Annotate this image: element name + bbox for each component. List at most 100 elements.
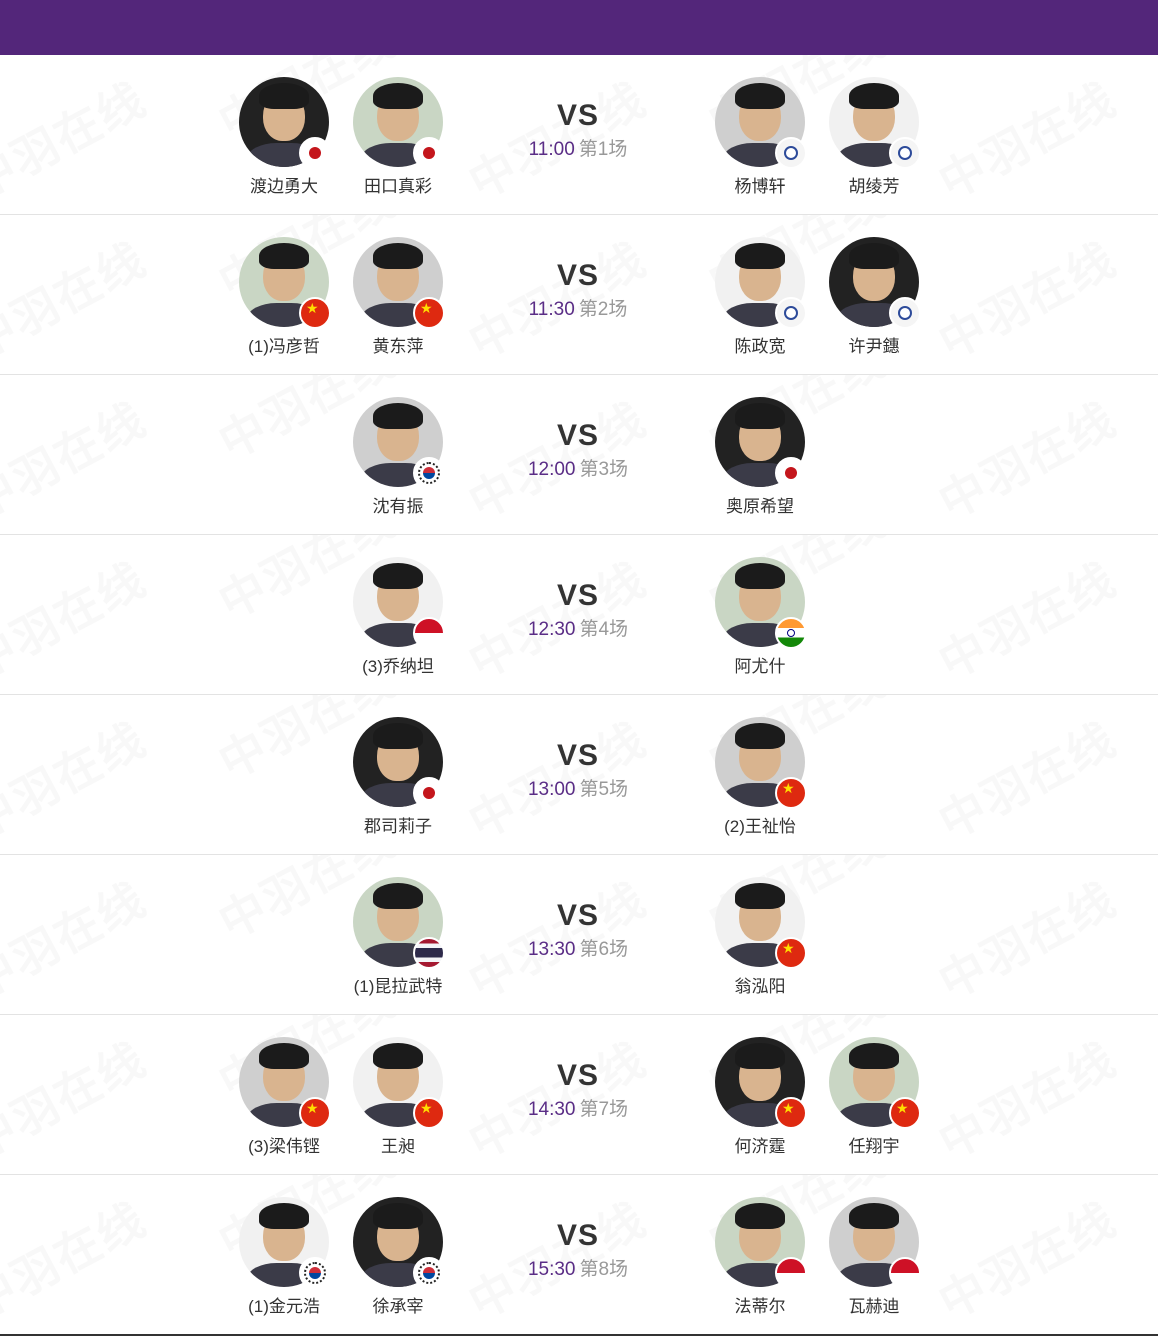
player-name[interactable]: 何济霆 bbox=[695, 1132, 825, 1157]
match-row[interactable]: 中羽在线中羽在线中羽在线中羽在线中羽在线(1)金元浩徐承宰法蒂尔瓦赫迪VS15:… bbox=[0, 1175, 1158, 1335]
player-name[interactable]: (3)乔纳坦 bbox=[333, 652, 463, 677]
match-row[interactable]: 中羽在线中羽在线中羽在线中羽在线中羽在线郡司莉子★(2)王祉怡VS13:00第5… bbox=[0, 695, 1158, 855]
watermark-logo: 中羽在线 bbox=[929, 551, 1125, 690]
player-card[interactable]: ★ (2)王祉怡 bbox=[705, 717, 815, 837]
player-name[interactable]: 阿尤什 bbox=[695, 652, 825, 677]
player-card[interactable]: ★ 黄东萍 bbox=[343, 237, 453, 357]
player-name[interactable]: 王昶 bbox=[333, 1132, 463, 1157]
vs-label: VS bbox=[556, 579, 600, 612]
match-info[interactable]: VS 15:30 第8场 bbox=[508, 1217, 648, 1283]
china-flag-icon: ★ bbox=[775, 1097, 807, 1129]
chinese-taipei-flag-icon bbox=[775, 297, 807, 329]
match-info[interactable]: VS 12:30 第4场 bbox=[508, 577, 648, 643]
match-info[interactable]: VS 13:00 第5场 bbox=[508, 737, 648, 803]
match-row[interactable]: 中羽在线中羽在线中羽在线中羽在线中羽在线(3)乔纳坦阿尤什VS12:30第4场 bbox=[0, 535, 1158, 695]
match-info[interactable]: VS 14:30 第7场 bbox=[508, 1057, 648, 1123]
player-name[interactable]: 杨博轩 bbox=[695, 172, 825, 197]
match-meta: 11:30 第2场 bbox=[508, 297, 648, 323]
player-name[interactable]: 奥原希望 bbox=[695, 492, 825, 517]
match-row[interactable]: 中羽在线中羽在线中羽在线中羽在线中羽在线(1)昆拉武特★翁泓阳VS13:30第6… bbox=[0, 855, 1158, 1015]
player-card[interactable]: 奥原希望 bbox=[705, 397, 815, 517]
player-name[interactable]: 沈有振 bbox=[333, 492, 463, 517]
player-name[interactable]: (3)梁伟铿 bbox=[219, 1132, 349, 1157]
player-card[interactable]: ★ 翁泓阳 bbox=[705, 877, 815, 997]
player-card[interactable]: 徐承宰 bbox=[343, 1197, 453, 1317]
player-card[interactable]: 许尹鏸 bbox=[819, 237, 929, 357]
watermark-logo: 中羽在线 bbox=[0, 231, 155, 370]
match-meta: 12:30 第4场 bbox=[508, 617, 648, 643]
match-info[interactable]: VS 11:30 第2场 bbox=[508, 257, 648, 323]
chinese-taipei-flag-icon bbox=[889, 297, 921, 329]
player-name[interactable]: 瓦赫迪 bbox=[809, 1292, 939, 1317]
match-order: 第8场 bbox=[579, 1259, 629, 1280]
player-card[interactable]: 郡司莉子 bbox=[343, 717, 453, 837]
player-card[interactable]: 瓦赫迪 bbox=[819, 1197, 929, 1317]
player-card[interactable]: (1)金元浩 bbox=[229, 1197, 339, 1317]
player-card[interactable]: 阿尤什 bbox=[705, 557, 815, 677]
match-info[interactable]: VS 13:30 第6场 bbox=[508, 897, 648, 963]
player-card[interactable]: 胡绫芳 bbox=[819, 77, 929, 197]
watermark-logo: 中羽在线 bbox=[929, 231, 1125, 370]
player-card[interactable]: (3)乔纳坦 bbox=[343, 557, 453, 677]
player-card[interactable]: (1)昆拉武特 bbox=[343, 877, 453, 997]
player-card[interactable]: ★ (1)冯彦哲 bbox=[229, 237, 339, 357]
player-name[interactable]: (1)昆拉武特 bbox=[333, 972, 463, 997]
watermark-logo: 中羽在线 bbox=[0, 391, 155, 530]
match-info[interactable]: VS 11:00 第1场 bbox=[508, 97, 648, 163]
player-name[interactable]: 胡绫芳 bbox=[809, 172, 939, 197]
korea-flag-icon bbox=[413, 1257, 445, 1289]
player-card[interactable]: 沈有振 bbox=[343, 397, 453, 517]
player-card[interactable]: ★ 任翔宇 bbox=[819, 1037, 929, 1157]
player-card[interactable]: 田口真彩 bbox=[343, 77, 453, 197]
match-order: 第5场 bbox=[579, 779, 629, 800]
player-name[interactable]: 陈政宽 bbox=[695, 332, 825, 357]
watermark-logo: 中羽在线 bbox=[929, 871, 1125, 1010]
match-row[interactable]: 中羽在线中羽在线中羽在线中羽在线中羽在线★(1)冯彦哲★黄东萍陈政宽许尹鏸VS1… bbox=[0, 215, 1158, 375]
china-flag-icon: ★ bbox=[889, 1097, 921, 1129]
watermark-logo: 中羽在线 bbox=[929, 711, 1125, 850]
player-name[interactable]: (2)王祉怡 bbox=[695, 812, 825, 837]
match-row[interactable]: 中羽在线中羽在线中羽在线中羽在线中羽在线★(3)梁伟铿★王昶★何济霆★任翔宇VS… bbox=[0, 1015, 1158, 1175]
china-flag-icon: ★ bbox=[775, 777, 807, 809]
indonesia-flag-icon bbox=[775, 1257, 807, 1289]
player-card[interactable]: 陈政宽 bbox=[705, 237, 815, 357]
match-order: 第1场 bbox=[578, 139, 628, 160]
player-name[interactable]: 许尹鏸 bbox=[809, 332, 939, 357]
india-flag-icon bbox=[775, 617, 807, 649]
player-name[interactable]: 徐承宰 bbox=[333, 1292, 463, 1317]
watermark-logo: 中羽在线 bbox=[0, 551, 155, 690]
player-name[interactable]: 郡司莉子 bbox=[333, 812, 463, 837]
player-name[interactable]: 法蒂尔 bbox=[695, 1292, 825, 1317]
player-name[interactable]: 田口真彩 bbox=[333, 172, 463, 197]
player-card[interactable]: 渡边勇大 bbox=[229, 77, 339, 197]
match-info[interactable]: VS 12:00 第3场 bbox=[508, 417, 648, 483]
watermark-logo: 中羽在线 bbox=[929, 71, 1125, 210]
indonesia-flag-icon bbox=[889, 1257, 921, 1289]
vs-label: VS bbox=[556, 1059, 600, 1092]
player-name[interactable]: (1)金元浩 bbox=[219, 1292, 349, 1317]
match-meta: 12:00 第3场 bbox=[508, 457, 648, 483]
match-list: 中羽在线中羽在线中羽在线中羽在线中羽在线渡边勇大田口真彩杨博轩胡绫芳VS11:0… bbox=[0, 55, 1158, 1335]
player-card[interactable]: 法蒂尔 bbox=[705, 1197, 815, 1317]
match-row[interactable]: 中羽在线中羽在线中羽在线中羽在线中羽在线渡边勇大田口真彩杨博轩胡绫芳VS11:0… bbox=[0, 55, 1158, 215]
watermark-logo: 中羽在线 bbox=[929, 391, 1125, 530]
china-flag-icon: ★ bbox=[413, 1097, 445, 1129]
player-name[interactable]: (1)冯彦哲 bbox=[219, 332, 349, 357]
watermark-logo: 中羽在线 bbox=[929, 1031, 1125, 1170]
vs-label: VS bbox=[556, 419, 600, 452]
player-name[interactable]: 任翔宇 bbox=[809, 1132, 939, 1157]
player-name[interactable]: 翁泓阳 bbox=[695, 972, 825, 997]
chinese-taipei-flag-icon bbox=[889, 137, 921, 169]
vs-label: VS bbox=[556, 1219, 600, 1252]
player-card[interactable]: ★ 王昶 bbox=[343, 1037, 453, 1157]
player-card[interactable]: 杨博轩 bbox=[705, 77, 815, 197]
player-name[interactable]: 渡边勇大 bbox=[219, 172, 349, 197]
match-row[interactable]: 中羽在线中羽在线中羽在线中羽在线中羽在线沈有振奥原希望VS12:00第3场 bbox=[0, 375, 1158, 535]
player-card[interactable]: ★ (3)梁伟铿 bbox=[229, 1037, 339, 1157]
watermark-logo: 中羽在线 bbox=[0, 1191, 155, 1330]
vs-label: VS bbox=[556, 259, 600, 292]
player-card[interactable]: ★ 何济霆 bbox=[705, 1037, 815, 1157]
watermark-logo: 中羽在线 bbox=[0, 1031, 155, 1170]
player-name[interactable]: 黄东萍 bbox=[333, 332, 463, 357]
china-flag-icon: ★ bbox=[299, 297, 331, 329]
